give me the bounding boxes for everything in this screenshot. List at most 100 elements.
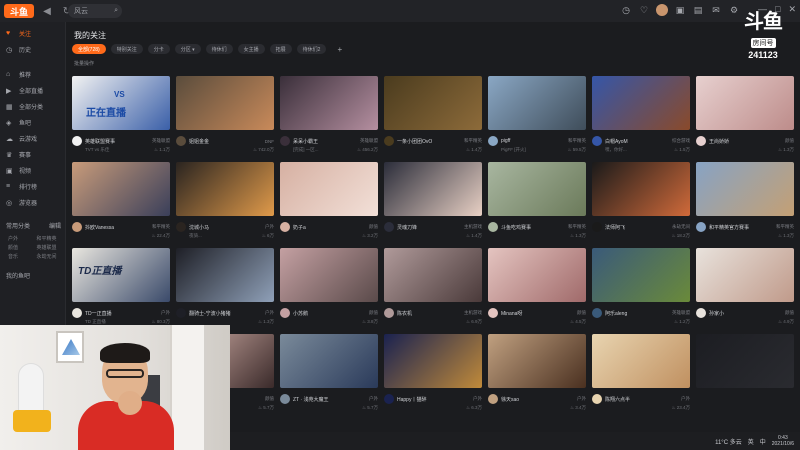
- sidebar-item-all-categories[interactable]: ▦ 全部分类: [0, 99, 65, 114]
- batch-operation-button[interactable]: 批量操作: [74, 60, 94, 67]
- streamer-avatar[interactable]: [384, 222, 394, 232]
- search-input[interactable]: 风云 ⌕: [68, 4, 122, 18]
- filter-chip[interactable]: 分区 ▾: [174, 44, 201, 54]
- stream-thumbnail[interactable]: [696, 162, 794, 216]
- streamer-avatar[interactable]: [488, 308, 498, 318]
- stream-card[interactable]: ZT · 浅苑大魔王 户外 ♨ 5.7万: [280, 334, 378, 420]
- sidebar-item-cloud-game[interactable]: ☁ 云游戏: [0, 131, 65, 146]
- streamer-name[interactable]: 一条小团团OvO: [397, 138, 447, 145]
- streamer-avatar[interactable]: [592, 394, 602, 404]
- filter-chip[interactable]: 特别关注: [110, 44, 143, 54]
- streamer-avatar[interactable]: [384, 136, 394, 146]
- stream-card[interactable]: 孙家小 颜值 ♨ 4.9万: [696, 248, 794, 334]
- stream-category[interactable]: 颜值: [785, 138, 794, 144]
- stream-card[interactable]: 抖欧Vanessa 和平精英 ♨ 22.4万: [72, 162, 170, 248]
- streamer-avatar[interactable]: [592, 136, 602, 146]
- stream-thumbnail[interactable]: [384, 76, 482, 130]
- streamer-avatar[interactable]: [384, 308, 394, 318]
- category-link[interactable]: 颜值: [8, 244, 37, 251]
- stream-thumbnail[interactable]: [488, 162, 586, 216]
- streamer-name[interactable]: 翻骑士-宁波小猪猪: [189, 310, 239, 317]
- sidebar-item-browser[interactable]: ◎ 游览器: [0, 195, 65, 210]
- stream-thumbnail[interactable]: 正在直播 VS: [72, 76, 170, 130]
- stream-thumbnail[interactable]: [696, 334, 794, 388]
- message-icon[interactable]: ✉: [710, 4, 722, 16]
- weather-text[interactable]: 11°C 多云: [715, 437, 742, 446]
- streamer-avatar[interactable]: [696, 136, 706, 146]
- stream-category[interactable]: 户外: [681, 396, 690, 402]
- sidebar-item-history[interactable]: ◷ 历史: [0, 42, 65, 57]
- stream-category[interactable]: 颜值: [265, 396, 274, 402]
- streamer-name[interactable]: 陈翔六点半: [605, 396, 655, 403]
- stream-thumbnail[interactable]: [592, 334, 690, 388]
- stream-card[interactable]: TD正直播 TD一正直播 户外 TD 正直播 ♨ 80.3万: [72, 248, 170, 334]
- stream-thumbnail[interactable]: [384, 248, 482, 302]
- stream-category[interactable]: 和平精英: [152, 224, 170, 230]
- streamer-name[interactable]: 沈城小马: [189, 224, 239, 231]
- streamer-name[interactable]: 和平精英官方赛事: [709, 224, 759, 231]
- filter-chip[interactable]: 拓展: [269, 44, 292, 54]
- streamer-name[interactable]: Happy丨猫醉: [397, 396, 447, 403]
- streamer-avatar[interactable]: [176, 136, 186, 146]
- category-link[interactable]: 英雄联盟: [37, 244, 66, 251]
- streamer-avatar[interactable]: [72, 222, 82, 232]
- stream-card[interactable]: 法师阿飞 永劫无间 ♨ 18.2万: [592, 162, 690, 248]
- stream-card[interactable]: pigff 和平精英 PigFF [开火] ♨ 59.5万: [488, 76, 586, 162]
- sidebar-item-recommend[interactable]: ⌂ 推荐: [0, 67, 65, 82]
- stream-card[interactable]: 正在直播 VS 英雄联盟赛事 英雄联盟 TVT vs 乐佳 ♨ 1.1万: [72, 76, 170, 162]
- stream-category[interactable]: 综合游戏: [672, 138, 690, 144]
- stream-thumbnail[interactable]: [488, 76, 586, 130]
- ime-text[interactable]: 英: [748, 437, 754, 446]
- stream-category[interactable]: 主机游戏: [464, 310, 482, 316]
- streamer-name[interactable]: 法师阿飞: [605, 224, 655, 231]
- history-top-icon[interactable]: ◷: [620, 4, 632, 16]
- stream-thumbnail[interactable]: [592, 248, 690, 302]
- add-group-button[interactable]: +: [331, 44, 348, 54]
- stream-category[interactable]: 永劫无间: [672, 224, 690, 230]
- streamer-avatar[interactable]: [176, 308, 186, 318]
- streamer-name[interactable]: 王尚娇娇: [709, 138, 759, 145]
- streamer-avatar[interactable]: [72, 308, 82, 318]
- stream-thumbnail[interactable]: [176, 162, 274, 216]
- favorite-top-icon[interactable]: ♡: [638, 4, 650, 16]
- stream-category[interactable]: 户外: [473, 396, 482, 402]
- category-link[interactable]: 永劫无间: [37, 253, 66, 260]
- stream-category[interactable]: 颜值: [369, 224, 378, 230]
- streamer-name[interactable]: 孙家小: [709, 310, 759, 317]
- sidebar-item-all-live[interactable]: ▶ 全部直播: [0, 83, 65, 98]
- filter-chip[interactable]: 待休们2: [296, 44, 327, 54]
- streamer-avatar[interactable]: [592, 222, 602, 232]
- streamer-name[interactable]: 奶子a: [293, 224, 343, 231]
- streamer-name[interactable]: ZT · 浅苑大魔王: [293, 396, 343, 403]
- stream-card[interactable]: 翻骑士-宁波小猪猪 户外 ♨ 1.3万: [176, 248, 274, 334]
- stream-card[interactable]: 呆呆小霸王 英雄联盟 [完成] 一区... ♨ 456.2万: [280, 76, 378, 162]
- filter-chip[interactable]: 女主播: [237, 44, 265, 54]
- stream-category[interactable]: 户外: [577, 396, 586, 402]
- streamer-name[interactable]: 灵魂刀锋: [397, 224, 447, 231]
- stream-category[interactable]: 英雄联盟: [152, 138, 170, 144]
- sidebar-item-follow[interactable]: ♥ 关注: [0, 26, 65, 41]
- sidebar-item-events[interactable]: ♛ 赛事: [0, 147, 65, 162]
- stream-thumbnail[interactable]: [384, 334, 482, 388]
- filter-chip[interactable]: 全部(728): [72, 44, 106, 54]
- stream-category[interactable]: 户外: [161, 310, 170, 316]
- streamer-name[interactable]: 阿乐aleng: [605, 310, 655, 317]
- stream-card[interactable]: 沈城小马 户外 夜骑... ♨ 6万: [176, 162, 274, 248]
- stream-thumbnail[interactable]: [696, 76, 794, 130]
- streamer-avatar[interactable]: [488, 394, 498, 404]
- stream-card[interactable]: 王尚娇娇 颜值 ♨ 1.3万: [696, 76, 794, 162]
- stream-category[interactable]: 颜值: [577, 310, 586, 316]
- streamer-avatar[interactable]: [592, 308, 602, 318]
- stream-thumbnail[interactable]: [696, 248, 794, 302]
- app-logo[interactable]: 斗鱼: [4, 4, 34, 18]
- stream-card[interactable]: Minana呀 颜值 ♨ 4.5万: [488, 248, 586, 334]
- stream-card[interactable]: 陈翔六点半 户外 ♨ 23.4万: [592, 334, 690, 420]
- streamer-name[interactable]: 姐姐金金: [189, 138, 239, 145]
- streamer-name[interactable]: 徐天sao: [501, 396, 551, 403]
- stream-card[interactable]: 白帽AyoM 综合游戏 嘿，你好... ♨ 1.5万: [592, 76, 690, 162]
- streamer-avatar[interactable]: [488, 136, 498, 146]
- edit-categories-button[interactable]: 编辑: [49, 221, 61, 230]
- gift-icon[interactable]: ▤: [692, 4, 704, 16]
- stream-category[interactable]: DNF: [265, 139, 274, 144]
- stream-thumbnail[interactable]: [592, 162, 690, 216]
